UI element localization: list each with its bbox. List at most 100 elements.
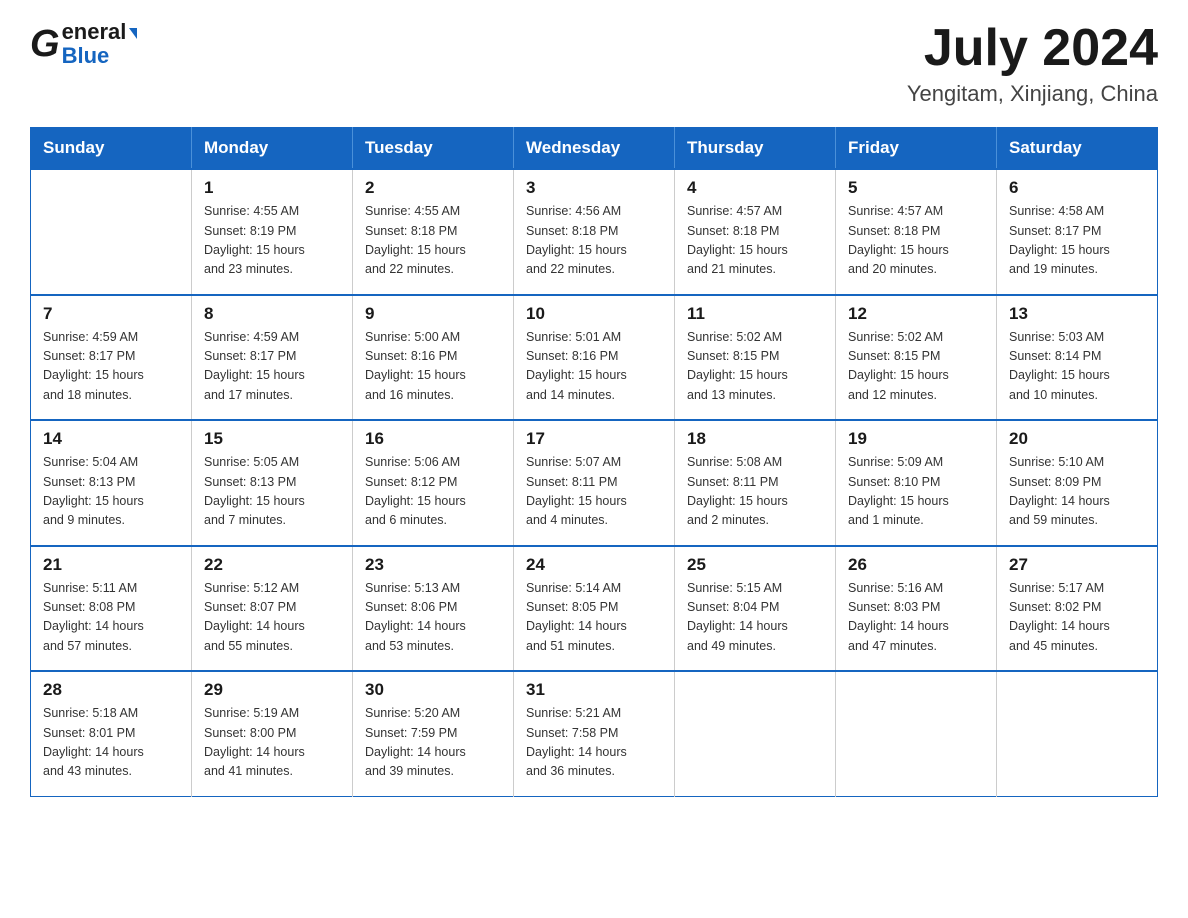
calendar-cell: 16Sunrise: 5:06 AMSunset: 8:12 PMDayligh… <box>353 420 514 546</box>
day-info: Sunrise: 5:00 AMSunset: 8:16 PMDaylight:… <box>365 328 501 406</box>
calendar-cell: 18Sunrise: 5:08 AMSunset: 8:11 PMDayligh… <box>675 420 836 546</box>
day-header-wednesday: Wednesday <box>514 128 675 170</box>
day-header-thursday: Thursday <box>675 128 836 170</box>
calendar-cell: 3 Sunrise: 4:56 AMSunset: 8:18 PMDaylight… <box>514 169 675 295</box>
day-info: Sunrise: 5:03 AMSunset: 8:14 PMDaylight:… <box>1009 328 1145 406</box>
logo: G eneral Blue <box>30 20 137 68</box>
calendar-week-1: 1 Sunrise: 4:55 AMSunset: 8:19 PMDaylight… <box>31 169 1158 295</box>
day-number: 30 <box>365 680 501 700</box>
logo-graphic: G eneral Blue <box>30 20 137 68</box>
day-info: Sunrise: 4:59 AMSunset: 8:17 PMDaylight:… <box>43 328 179 406</box>
day-header-sunday: Sunday <box>31 128 192 170</box>
day-number: 5 <box>848 178 984 198</box>
day-number: 24 <box>526 555 662 575</box>
logo-g-letter: G <box>30 25 60 63</box>
logo-blue: Blue <box>62 44 138 68</box>
day-info: Sunrise: 5:02 AMSunset: 8:15 PMDaylight:… <box>687 328 823 406</box>
day-number: 10 <box>526 304 662 324</box>
day-info: Sunrise: 5:14 AMSunset: 8:05 PMDaylight:… <box>526 579 662 657</box>
day-number: 9 <box>365 304 501 324</box>
day-info: Sunrise: 5:07 AMSunset: 8:11 PMDaylight:… <box>526 453 662 531</box>
day-number: 11 <box>687 304 823 324</box>
calendar-cell: 23 Sunrise: 5:13 AMSunset: 8:06 PMDayligh… <box>353 546 514 672</box>
calendar-cell <box>675 671 836 796</box>
day-number: 4 <box>687 178 823 198</box>
day-info: Sunrise: 5:09 AMSunset: 8:10 PMDaylight:… <box>848 453 984 531</box>
calendar-cell: 22 Sunrise: 5:12 AMSunset: 8:07 PMDayligh… <box>192 546 353 672</box>
calendar-cell: 20Sunrise: 5:10 AMSunset: 8:09 PMDayligh… <box>997 420 1158 546</box>
day-info: Sunrise: 5:04 AMSunset: 8:13 PMDaylight:… <box>43 453 179 531</box>
day-number: 8 <box>204 304 340 324</box>
calendar-cell: 31Sunrise: 5:21 AMSunset: 7:58 PMDayligh… <box>514 671 675 796</box>
calendar-cell: 2 Sunrise: 4:55 AMSunset: 8:18 PMDaylight… <box>353 169 514 295</box>
calendar-cell: 7 Sunrise: 4:59 AMSunset: 8:17 PMDaylight… <box>31 295 192 421</box>
day-number: 7 <box>43 304 179 324</box>
day-info: Sunrise: 5:13 AMSunset: 8:06 PMDaylight:… <box>365 579 501 657</box>
calendar-cell <box>31 169 192 295</box>
calendar-cell: 17 Sunrise: 5:07 AMSunset: 8:11 PMDayligh… <box>514 420 675 546</box>
calendar-cell: 10 Sunrise: 5:01 AMSunset: 8:16 PMDayligh… <box>514 295 675 421</box>
calendar-cell: 6 Sunrise: 4:58 AMSunset: 8:17 PMDaylight… <box>997 169 1158 295</box>
day-number: 6 <box>1009 178 1145 198</box>
day-info: Sunrise: 4:56 AMSunset: 8:18 PMDaylight:… <box>526 202 662 280</box>
day-info: Sunrise: 4:58 AMSunset: 8:17 PMDaylight:… <box>1009 202 1145 280</box>
day-info: Sunrise: 5:10 AMSunset: 8:09 PMDaylight:… <box>1009 453 1145 531</box>
day-info: Sunrise: 4:59 AMSunset: 8:17 PMDaylight:… <box>204 328 340 406</box>
day-info: Sunrise: 5:18 AMSunset: 8:01 PMDaylight:… <box>43 704 179 782</box>
day-number: 22 <box>204 555 340 575</box>
day-number: 16 <box>365 429 501 449</box>
day-number: 13 <box>1009 304 1145 324</box>
day-info: Sunrise: 5:16 AMSunset: 8:03 PMDaylight:… <box>848 579 984 657</box>
calendar-cell: 1 Sunrise: 4:55 AMSunset: 8:19 PMDaylight… <box>192 169 353 295</box>
calendar-cell <box>997 671 1158 796</box>
calendar-cell <box>836 671 997 796</box>
day-header-friday: Friday <box>836 128 997 170</box>
day-info: Sunrise: 5:01 AMSunset: 8:16 PMDaylight:… <box>526 328 662 406</box>
page-header: G eneral Blue July 2024 Yengitam, Xinjia… <box>30 20 1158 107</box>
calendar-cell: 4 Sunrise: 4:57 AMSunset: 8:18 PMDaylight… <box>675 169 836 295</box>
day-header-tuesday: Tuesday <box>353 128 514 170</box>
day-number: 29 <box>204 680 340 700</box>
day-number: 1 <box>204 178 340 198</box>
day-info: Sunrise: 5:08 AMSunset: 8:11 PMDaylight:… <box>687 453 823 531</box>
calendar-header: SundayMondayTuesdayWednesdayThursdayFrid… <box>31 128 1158 170</box>
day-number: 25 <box>687 555 823 575</box>
month-title: July 2024 <box>907 20 1158 77</box>
day-number: 17 <box>526 429 662 449</box>
calendar-week-3: 14 Sunrise: 5:04 AMSunset: 8:13 PMDayligh… <box>31 420 1158 546</box>
calendar-cell: 28 Sunrise: 5:18 AMSunset: 8:01 PMDayligh… <box>31 671 192 796</box>
header-title-section: July 2024 Yengitam, Xinjiang, China <box>907 20 1158 107</box>
logo-general: eneral <box>62 20 138 44</box>
day-info: Sunrise: 4:57 AMSunset: 8:18 PMDaylight:… <box>687 202 823 280</box>
day-number: 23 <box>365 555 501 575</box>
day-number: 12 <box>848 304 984 324</box>
calendar-week-4: 21Sunrise: 5:11 AMSunset: 8:08 PMDayligh… <box>31 546 1158 672</box>
day-number: 28 <box>43 680 179 700</box>
day-number: 3 <box>526 178 662 198</box>
location-label: Yengitam, Xinjiang, China <box>907 81 1158 107</box>
day-number: 2 <box>365 178 501 198</box>
day-info: Sunrise: 5:02 AMSunset: 8:15 PMDaylight:… <box>848 328 984 406</box>
day-number: 14 <box>43 429 179 449</box>
calendar-cell: 11 Sunrise: 5:02 AMSunset: 8:15 PMDayligh… <box>675 295 836 421</box>
day-info: Sunrise: 5:19 AMSunset: 8:00 PMDaylight:… <box>204 704 340 782</box>
calendar-cell: 24 Sunrise: 5:14 AMSunset: 8:05 PMDayligh… <box>514 546 675 672</box>
day-info: Sunrise: 4:55 AMSunset: 8:19 PMDaylight:… <box>204 202 340 280</box>
day-number: 26 <box>848 555 984 575</box>
calendar-cell: 19Sunrise: 5:09 AMSunset: 8:10 PMDayligh… <box>836 420 997 546</box>
logo-triangle-icon <box>129 28 137 39</box>
day-info: Sunrise: 5:17 AMSunset: 8:02 PMDaylight:… <box>1009 579 1145 657</box>
calendar-cell: 30Sunrise: 5:20 AMSunset: 7:59 PMDayligh… <box>353 671 514 796</box>
calendar-cell: 25Sunrise: 5:15 AMSunset: 8:04 PMDayligh… <box>675 546 836 672</box>
day-info: Sunrise: 4:55 AMSunset: 8:18 PMDaylight:… <box>365 202 501 280</box>
calendar-table: SundayMondayTuesdayWednesdayThursdayFrid… <box>30 127 1158 797</box>
day-header-saturday: Saturday <box>997 128 1158 170</box>
calendar-cell: 21Sunrise: 5:11 AMSunset: 8:08 PMDayligh… <box>31 546 192 672</box>
calendar-cell: 5Sunrise: 4:57 AMSunset: 8:18 PMDaylight… <box>836 169 997 295</box>
calendar-cell: 27Sunrise: 5:17 AMSunset: 8:02 PMDayligh… <box>997 546 1158 672</box>
calendar-week-5: 28 Sunrise: 5:18 AMSunset: 8:01 PMDayligh… <box>31 671 1158 796</box>
calendar-cell: 15Sunrise: 5:05 AMSunset: 8:13 PMDayligh… <box>192 420 353 546</box>
day-number: 21 <box>43 555 179 575</box>
day-info: Sunrise: 5:12 AMSunset: 8:07 PMDaylight:… <box>204 579 340 657</box>
calendar-cell: 26 Sunrise: 5:16 AMSunset: 8:03 PMDayligh… <box>836 546 997 672</box>
